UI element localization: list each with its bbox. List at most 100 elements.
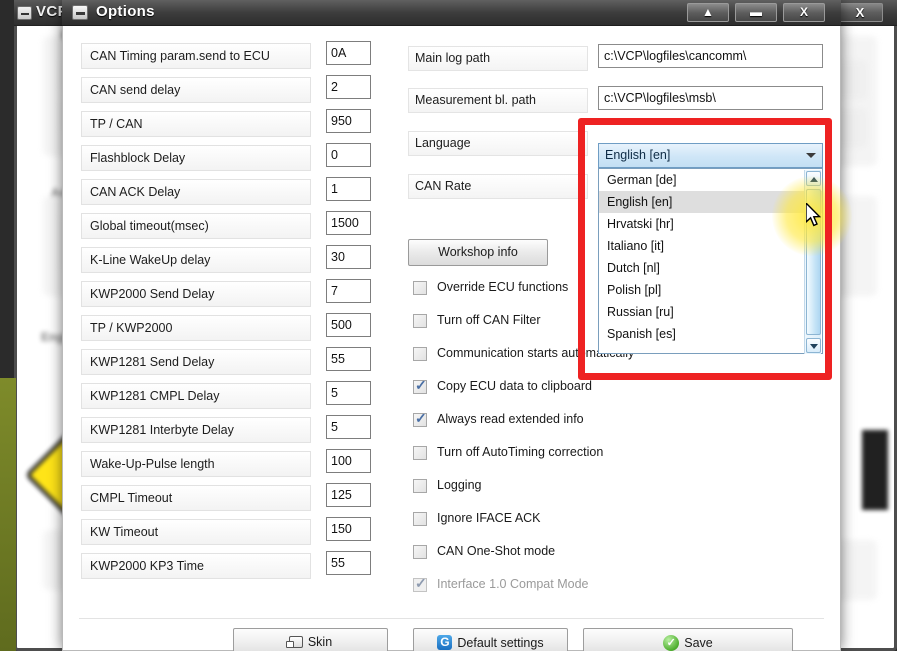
background-window-close-button[interactable]: X: [837, 3, 883, 22]
main-log-path-input[interactable]: c:\VCP\logfiles\cancomm\: [598, 44, 823, 68]
checkbox-label: Ignore IFACE ACK: [437, 509, 541, 528]
minimize-box-icon[interactable]: [17, 6, 32, 20]
language-label: Language: [408, 131, 588, 156]
param-row: CAN ACK Delay 1: [81, 177, 381, 211]
scrollbar-thumb[interactable]: [806, 189, 821, 335]
param-value-input[interactable]: 30: [326, 245, 371, 269]
scroll-up-arrow-icon[interactable]: [806, 171, 821, 186]
param-label: TP / CAN: [81, 111, 311, 137]
checkbox-row[interactable]: Always read extended info: [413, 410, 703, 443]
param-row: TP / KWP2000 500: [81, 313, 381, 347]
param-value-input[interactable]: 55: [326, 551, 371, 575]
language-option-polish[interactable]: Polish [pl]: [599, 279, 822, 301]
measurement-path-row: Measurement bl. path c:\VCP\logfiles\msb…: [408, 83, 823, 125]
param-row: CAN send delay 2: [81, 75, 381, 109]
param-row: KWP1281 Send Delay 55: [81, 347, 381, 381]
checkbox-label: Always read extended info: [437, 410, 584, 429]
param-value-input[interactable]: 1: [326, 177, 371, 201]
checkbox-interface-compat-mode: [413, 578, 427, 592]
param-row: Global timeout(msec) 1500: [81, 211, 381, 245]
checkbox-always-read-extended-info[interactable]: [413, 413, 427, 427]
param-value-input[interactable]: 100: [326, 449, 371, 473]
checkbox-label: Copy ECU data to clipboard: [437, 377, 592, 396]
checkbox-row[interactable]: Ignore IFACE ACK: [413, 509, 703, 542]
param-row: KWP1281 CMPL Delay 5: [81, 381, 381, 415]
checkbox-override-ecu-functions[interactable]: [413, 281, 427, 295]
checkbox-label: Logging: [437, 476, 482, 495]
param-value-input[interactable]: 500: [326, 313, 371, 337]
checkbox-label: Override ECU functions: [437, 278, 568, 297]
workshop-info-button[interactable]: Workshop info: [408, 239, 548, 266]
param-value-input[interactable]: 150: [326, 517, 371, 541]
checkbox-can-one-shot-mode[interactable]: [413, 545, 427, 559]
language-option-spanish[interactable]: Spanish [es]: [599, 323, 822, 345]
checkbox-communication-starts-automatically[interactable]: [413, 347, 427, 361]
default-settings-button[interactable]: G Default settings: [413, 628, 568, 651]
measurement-path-input[interactable]: c:\VCP\logfiles\msb\: [598, 86, 823, 110]
param-value-input[interactable]: 7: [326, 279, 371, 303]
param-value-input[interactable]: 5: [326, 415, 371, 439]
param-row: K-Line WakeUp delay 30: [81, 245, 381, 279]
param-value-input[interactable]: 950: [326, 109, 371, 133]
param-value-input[interactable]: 125: [326, 483, 371, 507]
main-log-path-label: Main log path: [408, 46, 588, 71]
rollup-button[interactable]: ▲: [687, 3, 729, 22]
param-label: Wake-Up-Pulse length: [81, 451, 311, 477]
param-row: KWP1281 Interbyte Delay 5: [81, 415, 381, 449]
checkbox-label: Turn off AutoTiming correction: [437, 443, 603, 462]
minimize-button[interactable]: ▬: [735, 3, 777, 22]
options-dialog-titlebar[interactable]: Options ▲ ▬ X: [62, 0, 841, 26]
dropdown-scrollbar[interactable]: [804, 170, 821, 354]
checkbox-ignore-iface-ack[interactable]: [413, 512, 427, 526]
checkbox-label: Turn off CAN Filter: [437, 311, 541, 330]
checkbox-copy-ecu-data-to-clipboard[interactable]: [413, 380, 427, 394]
checkbox-row: Interface 1.0 Compat Mode: [413, 575, 703, 608]
checkbox-label: Interface 1.0 Compat Mode: [437, 575, 588, 594]
close-button[interactable]: X: [783, 3, 825, 22]
param-label: KW Timeout: [81, 519, 311, 545]
param-label: TP / KWP2000: [81, 315, 311, 341]
can-rate-label: CAN Rate: [408, 174, 588, 199]
param-value-input[interactable]: 2: [326, 75, 371, 99]
language-option-russian[interactable]: Russian [ru]: [599, 301, 822, 323]
checkbox-row[interactable]: Logging: [413, 476, 703, 509]
checkbox-row[interactable]: CAN One-Shot mode: [413, 542, 703, 575]
skin-button[interactable]: Skin: [233, 628, 388, 651]
checkbox-label: CAN One-Shot mode: [437, 542, 555, 561]
save-button-label: Save: [684, 630, 713, 651]
param-label: CMPL Timeout: [81, 485, 311, 511]
scroll-down-arrow-icon[interactable]: [806, 338, 821, 353]
language-dropdown-list[interactable]: German [de] English [en] Hrvatski [hr] I…: [598, 168, 823, 354]
param-row: KW Timeout 150: [81, 517, 381, 551]
param-value-input[interactable]: 5: [326, 381, 371, 405]
param-value-input[interactable]: 0A: [326, 41, 371, 65]
checkbox-turn-off-can-filter[interactable]: [413, 314, 427, 328]
param-value-input[interactable]: 1500: [326, 211, 371, 235]
checkbox-turn-off-autotiming-correction[interactable]: [413, 446, 427, 460]
language-option-italiano[interactable]: Italiano [it]: [599, 235, 822, 257]
param-value-input[interactable]: 0: [326, 143, 371, 167]
language-combobox-value: English [en]: [605, 148, 670, 162]
language-combobox[interactable]: English [en]: [598, 143, 823, 168]
checkbox-row[interactable]: Turn off AutoTiming correction: [413, 443, 703, 476]
checkbox-row[interactable]: Copy ECU data to clipboard: [413, 377, 703, 410]
param-row: KWP2000 KP3 Time 55: [81, 551, 381, 585]
paths-and-language-section: Main log path c:\VCP\logfiles\cancomm\ M…: [408, 41, 823, 125]
language-option-hrvatski[interactable]: Hrvatski [hr]: [599, 213, 822, 235]
param-row: Flashblock Delay 0: [81, 143, 381, 177]
language-option-dutch[interactable]: Dutch [nl]: [599, 257, 822, 279]
save-button[interactable]: ✓ Save: [583, 628, 793, 651]
param-row: CMPL Timeout 125: [81, 483, 381, 517]
language-option-english[interactable]: English [en]: [599, 191, 822, 213]
chevron-down-icon[interactable]: [806, 153, 816, 158]
options-dialog-title: Options: [96, 3, 155, 20]
param-value-input[interactable]: 55: [326, 347, 371, 371]
param-label: CAN Timing param.send to ECU: [81, 43, 311, 69]
options-minimize-box-icon[interactable]: [72, 5, 88, 20]
checkbox-logging[interactable]: [413, 479, 427, 493]
param-row: KWP2000 Send Delay 7: [81, 279, 381, 313]
options-dialog-body: CAN Timing param.send to ECU 0A CAN send…: [62, 26, 841, 651]
param-label: KWP2000 Send Delay: [81, 281, 311, 307]
param-label: CAN send delay: [81, 77, 311, 103]
language-option-german[interactable]: German [de]: [599, 169, 822, 191]
